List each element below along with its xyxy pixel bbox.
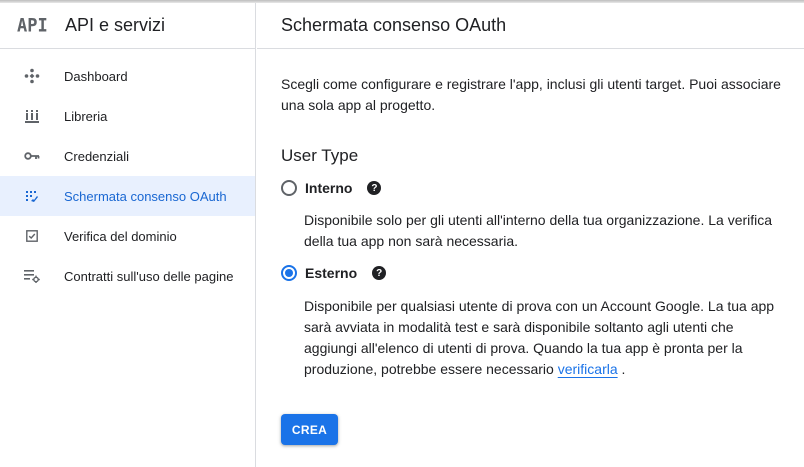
sidebar-item-label: Contratti sull'uso delle pagine xyxy=(64,268,234,284)
sidebar-title: API e servizi xyxy=(65,15,166,35)
sidebar-item-label: Dashboard xyxy=(64,68,128,84)
sidebar-item-page-usage-agreements[interactable]: Contratti sull'uso delle pagine xyxy=(0,256,255,296)
domain-verification-icon xyxy=(22,226,42,246)
sidebar: API API e servizi Dashboard Libreria Cre… xyxy=(0,3,256,467)
sidebar-item-label: Credenziali xyxy=(64,148,130,164)
user-type-heading: User Type xyxy=(281,146,359,165)
user-type-option-external[interactable]: Esterno ? xyxy=(281,261,784,285)
sidebar-nav: Dashboard Libreria Credenziali Schermata… xyxy=(0,56,255,296)
radio-label-external: Esterno xyxy=(305,265,358,281)
verify-link[interactable]: verificarla xyxy=(558,361,618,377)
sidebar-item-label: Libreria xyxy=(64,108,108,124)
external-description-end: . xyxy=(617,361,626,377)
sidebar-item-dashboard[interactable]: Dashboard xyxy=(0,56,255,96)
main-panel: Schermata consenso OAuth Scegli come con… xyxy=(257,3,804,467)
internal-description: Disponibile solo per gli utenti all'inte… xyxy=(304,212,773,249)
create-button[interactable]: CREA xyxy=(281,414,338,445)
sidebar-item-credentials[interactable]: Credenziali xyxy=(0,136,255,176)
external-description: Disponibile per qualsiasi utente di prov… xyxy=(304,296,784,380)
consent-form: Scegli come configurare e registrare l'a… xyxy=(257,74,804,445)
sidebar-item-domain-verification[interactable]: Verifica del dominio xyxy=(0,216,255,256)
key-icon xyxy=(22,146,42,166)
library-icon xyxy=(22,106,42,126)
external-description-text: Disponibile per qualsiasi utente di prov… xyxy=(304,298,775,377)
radio-external[interactable] xyxy=(281,265,297,281)
help-icon[interactable]: ? xyxy=(372,266,387,280)
sidebar-header: API API e servizi xyxy=(0,3,255,49)
radio-selected-dot xyxy=(285,269,293,277)
intro-text: Scegli come configurare e registrare l'a… xyxy=(281,76,781,113)
help-icon[interactable]: ? xyxy=(367,181,382,195)
sidebar-item-label: Schermata consenso OAuth xyxy=(64,188,227,204)
page-usage-agreements-icon xyxy=(22,266,42,286)
sidebar-item-library[interactable]: Libreria xyxy=(0,96,255,136)
user-type-option-internal[interactable]: Interno ? xyxy=(281,176,784,200)
radio-label-internal: Interno xyxy=(305,180,353,196)
dashboard-icon xyxy=(22,66,42,86)
page-title: Schermata consenso OAuth xyxy=(281,15,507,35)
sidebar-item-label: Verifica del dominio xyxy=(64,228,177,244)
radio-internal[interactable] xyxy=(281,180,297,196)
consent-screen-icon xyxy=(22,186,42,206)
page-header: Schermata consenso OAuth xyxy=(257,3,804,49)
api-logo: API xyxy=(17,14,48,37)
sidebar-item-oauth-consent[interactable]: Schermata consenso OAuth xyxy=(0,176,255,216)
